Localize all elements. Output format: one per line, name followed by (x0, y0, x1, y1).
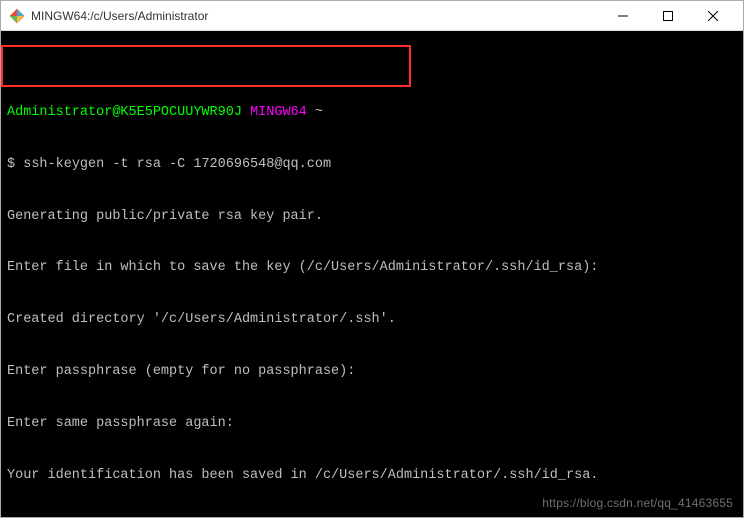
command-line: $ ssh-keygen -t rsa -C 1720696548@qq.com (7, 156, 737, 173)
command-highlight-box (1, 45, 411, 87)
output-line: Generating public/private rsa key pair. (7, 208, 737, 225)
output-line: Your identification has been saved in /c… (7, 467, 737, 484)
application-window: MINGW64:/c/Users/Administrator Administr… (0, 0, 744, 518)
maximize-button[interactable] (645, 2, 690, 30)
close-button[interactable] (690, 2, 735, 30)
prompt-line-1: Administrator@K5E5POCUUYWR90J MINGW64 ~ (7, 104, 737, 121)
minimize-button[interactable] (600, 2, 645, 30)
output-line: Enter file in which to save the key (/c/… (7, 259, 737, 276)
git-bash-icon (9, 8, 25, 24)
prompt-user-host: Administrator@K5E5POCUUYWR90J (7, 105, 242, 120)
output-line: Created directory '/c/Users/Administrato… (7, 311, 737, 328)
watermark-text: https://blog.csdn.net/qq_41463655 (542, 496, 733, 511)
output-line: Enter same passphrase again: (7, 415, 737, 432)
terminal-output[interactable]: Administrator@K5E5POCUUYWR90J MINGW64 ~ … (1, 31, 743, 517)
prompt-symbol: $ (7, 157, 15, 172)
window-controls (600, 2, 735, 30)
prompt-path: ~ (315, 105, 323, 120)
prompt-env: MINGW64 (250, 105, 307, 120)
window-title: MINGW64:/c/Users/Administrator (31, 9, 600, 23)
entered-command: ssh-keygen -t rsa -C 1720696548@qq.com (23, 157, 331, 172)
titlebar[interactable]: MINGW64:/c/Users/Administrator (1, 1, 743, 31)
output-line: Enter passphrase (empty for no passphras… (7, 363, 737, 380)
